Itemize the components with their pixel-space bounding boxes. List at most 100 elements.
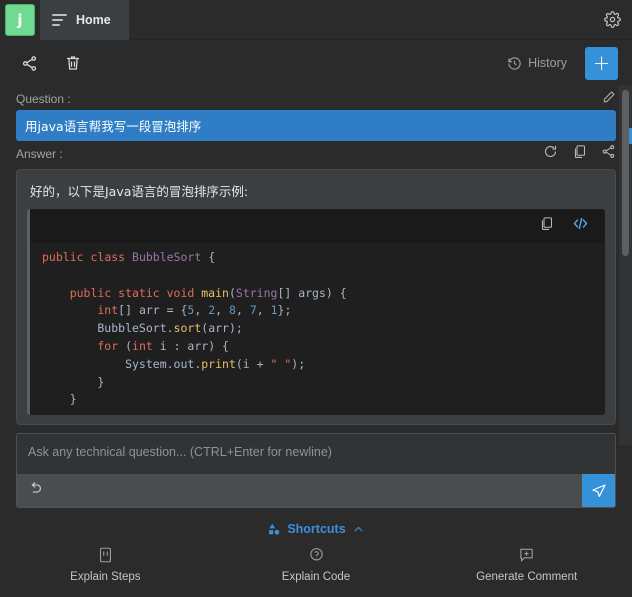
code-token: i : arr) { [152,338,229,353]
copy-answer-button[interactable] [572,144,587,164]
edit-question-button[interactable] [602,90,616,109]
shortcuts-row: Explain Steps Explain Code Generate Comm… [0,546,632,583]
code-token: 1 [270,303,278,318]
code-line: } [42,374,605,392]
prompt-input[interactable]: Ask any technical question... (CTRL+Ente… [17,434,615,474]
trash-icon [67,56,79,70]
send-plane-icon [591,483,606,497]
answer-label: Answer : [16,147,63,161]
code-token: ); [291,356,306,371]
generate-comment-icon [520,548,533,562]
share-answer-button[interactable] [601,144,616,164]
explain-steps-icon [99,547,111,563]
regenerate-answer-button[interactable] [543,144,558,164]
tab-home[interactable]: Home [40,0,129,40]
history-clock-icon [508,56,521,70]
code-token: (i + [235,356,271,371]
shortcut-label: Explain Code [281,571,351,583]
code-line: int[] arr = {5, 2, 8, 7, 1}; [42,302,605,320]
shortcut-label: Explain Steps [70,571,141,583]
code-token: { [201,250,216,264]
code-token: main [201,285,229,300]
prompt-action-bar [17,474,615,507]
question-tools [602,90,616,109]
conversation-content: Question : 用java语言帮我写一段冒泡排序 Answer : 好的，… [0,88,632,425]
code-brackets-icon [573,217,588,230]
code-token: } [42,392,77,407]
code-token: String [235,285,278,300]
question-text-box[interactable]: 用java语言帮我写一段冒泡排序 [16,110,616,141]
code-line: BubbleSort.sort(arr); [42,320,605,338]
code-token: public [42,250,91,264]
code-token: 8 [229,303,236,318]
code-token: 7 [249,303,257,318]
code-token: for [42,338,126,353]
code-token: (arr); [201,321,243,336]
copy-icon [541,217,553,230]
code-token: ( [125,338,133,353]
share-icon [22,55,36,71]
prompt-container: Ask any technical question... (CTRL+Ente… [16,433,616,508]
code-token: System.out. [42,356,202,371]
answer-tools [543,144,616,164]
code-token: }; [277,303,292,318]
prompt-placeholder: Ask any technical question... (CTRL+Ente… [28,445,332,459]
app-logo-container: j [0,0,40,40]
shortcuts-title: Shortcuts [287,522,346,536]
code-token: BubbleSort. [42,321,174,336]
question-text: 用java语言帮我写一段冒泡排序 [25,119,202,134]
code-token: ( [228,285,236,300]
shortcut-label: Generate Comment [476,571,578,583]
shortcut-explain-steps[interactable]: Explain Steps [0,546,211,583]
refresh-icon [544,145,557,158]
code-line: } [42,391,605,409]
shortcut-generate-comment[interactable]: Generate Comment [421,546,632,583]
share-icon [602,145,615,158]
history-button[interactable]: History [507,56,567,71]
action-toolbar: History + [0,40,632,86]
code-token: [] args) { [277,285,347,300]
pencil-icon [603,90,615,102]
lines-icon [52,14,67,26]
new-conversation-button[interactable]: + [585,46,618,80]
code-content[interactable]: public class BubbleSort { public static … [30,243,605,409]
code-token: , [194,303,209,318]
plus-icon: + [592,50,611,75]
tab-home-label: Home [76,13,111,27]
shortcut-explain-code[interactable]: Explain Code [211,546,422,583]
send-button[interactable] [582,474,615,507]
history-label: History [528,56,567,70]
settings-button[interactable] [592,0,632,39]
shortcuts-header[interactable]: Shortcuts [0,522,632,536]
code-token: sort [173,321,202,336]
share-conversation-button[interactable] [16,50,42,76]
undo-button[interactable] [27,480,44,502]
insert-code-button[interactable] [572,215,589,237]
code-token: public static void [42,285,202,300]
code-token: " " [270,356,292,371]
scrollbar-thumb[interactable] [622,90,629,256]
app-logo: j [5,4,35,36]
chevron-up-icon [353,526,363,532]
question-label-row: Question : [16,88,616,110]
answer-label-row: Answer : [16,143,616,165]
code-token: , [256,303,271,318]
undo-arrow-icon [31,481,42,493]
code-token: int [132,338,153,353]
copy-code-button[interactable] [539,216,554,236]
code-block: public class BubbleSort { public static … [27,209,605,415]
code-block-toolbar [30,209,605,243]
top-bar: j Home [0,0,632,40]
code-line: public class BubbleSort { [42,249,605,267]
code-token: [] arr = { [118,303,188,318]
copy-icon [574,145,586,158]
gear-icon [603,11,621,28]
delete-conversation-button[interactable] [60,50,86,76]
code-token: class [90,250,133,264]
top-bar-spacer [129,0,592,39]
code-line: System.out.print(i + " "); [42,356,605,374]
code-token: } [42,374,105,389]
code-token: , [235,303,250,318]
answer-text: 好的，以下是Java语言的冒泡排序示例: [30,184,249,199]
